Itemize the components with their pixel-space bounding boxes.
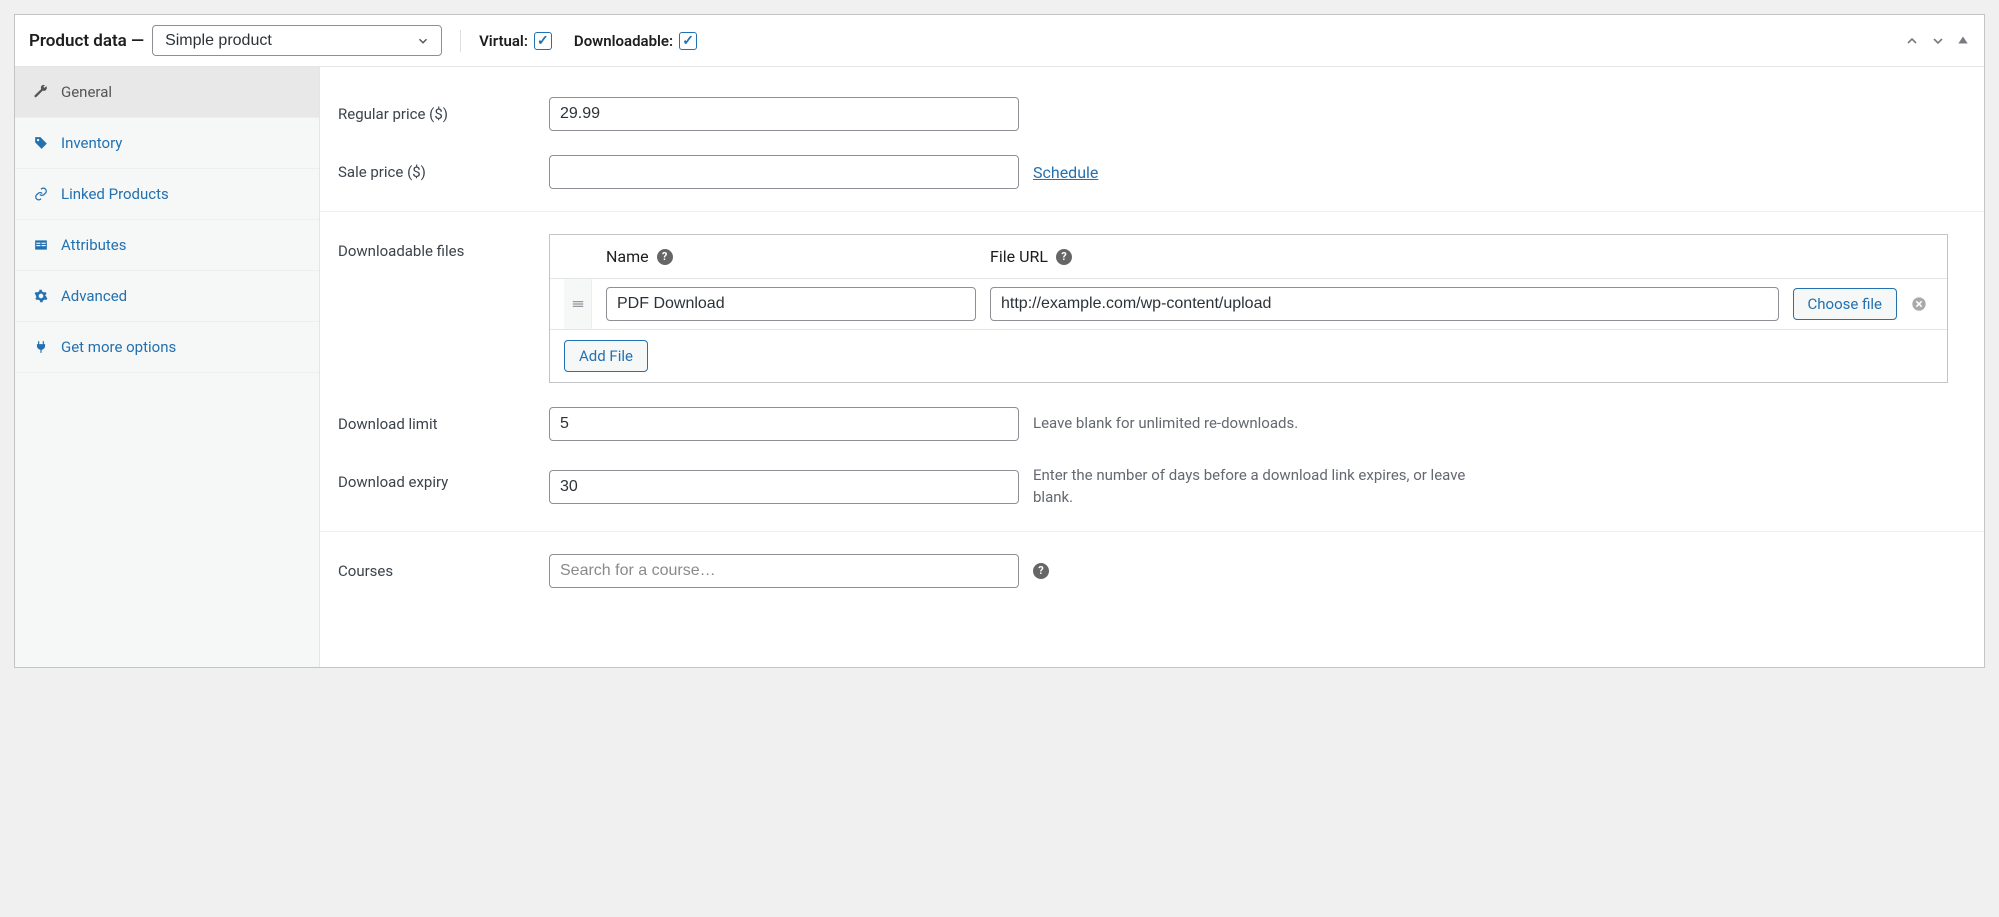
list-icon xyxy=(33,238,49,252)
product-data-sidebar: General Inventory Linked Products Attrib… xyxy=(15,67,320,667)
sidebar-item-label: Inventory xyxy=(61,134,122,152)
product-type-select[interactable]: Simple product xyxy=(152,25,442,56)
downloadable-files-table: Name ? File URL ? xyxy=(549,234,1948,383)
move-up-icon[interactable] xyxy=(1904,33,1920,49)
move-down-icon[interactable] xyxy=(1930,33,1946,49)
sidebar-item-label: Attributes xyxy=(61,236,127,254)
wrench-icon xyxy=(33,85,49,99)
regular-price-input[interactable] xyxy=(549,97,1019,131)
plug-icon xyxy=(33,340,49,354)
virtual-label: Virtual: xyxy=(479,32,528,50)
sidebar-item-general[interactable]: General xyxy=(15,67,319,118)
sidebar-item-advanced[interactable]: Advanced xyxy=(15,271,319,322)
panel-header: Product data — Simple product Virtual: ✓… xyxy=(15,15,1984,67)
files-header-name: Name xyxy=(606,247,649,266)
collapse-panel-icon[interactable] xyxy=(1956,33,1970,49)
sidebar-item-linked-products[interactable]: Linked Products xyxy=(15,169,319,220)
files-header: Name ? File URL ? xyxy=(550,235,1947,278)
sidebar-item-label: Linked Products xyxy=(61,185,169,203)
sidebar-item-get-more-options[interactable]: Get more options xyxy=(15,322,319,373)
files-header-url: File URL xyxy=(990,247,1048,266)
sidebar-item-label: General xyxy=(61,83,112,101)
sidebar-item-attributes[interactable]: Attributes xyxy=(15,220,319,271)
regular-price-label: Regular price ($) xyxy=(338,97,533,123)
downloadable-files-label: Downloadable files xyxy=(338,234,533,260)
drag-handle-icon[interactable] xyxy=(564,279,592,329)
download-expiry-help: Enter the number of days before a downlo… xyxy=(1033,465,1503,509)
sale-price-label: Sale price ($) xyxy=(338,155,533,181)
panel-body: General Inventory Linked Products Attrib… xyxy=(15,67,1984,667)
divider xyxy=(460,30,461,52)
sidebar-item-label: Advanced xyxy=(61,287,127,305)
file-row: Choose file xyxy=(550,278,1947,329)
tag-icon xyxy=(33,136,49,150)
download-limit-label: Download limit xyxy=(338,407,533,433)
virtual-label-group: Virtual: ✓ xyxy=(479,32,552,50)
courses-label: Courses xyxy=(338,554,533,580)
file-url-input[interactable] xyxy=(990,287,1779,321)
add-file-button[interactable]: Add File xyxy=(564,340,648,372)
help-icon[interactable]: ? xyxy=(1033,563,1049,579)
link-icon xyxy=(33,187,49,201)
downloadable-files-row: Downloadable files Name ? File URL ? xyxy=(320,222,1984,395)
general-tab-content: Regular price ($) Sale price ($) Schedul… xyxy=(320,67,1984,667)
sidebar-item-label: Get more options xyxy=(61,338,176,356)
gear-icon xyxy=(33,289,49,303)
schedule-link[interactable]: Schedule xyxy=(1033,163,1098,182)
courses-row: Courses ? xyxy=(320,542,1984,600)
download-limit-help: Leave blank for unlimited re-downloads. xyxy=(1033,413,1298,435)
downloadable-label: Downloadable: xyxy=(574,32,673,50)
files-footer: Add File xyxy=(550,329,1947,382)
file-name-input[interactable] xyxy=(606,287,976,321)
courses-search-input[interactable] xyxy=(549,554,1019,588)
download-limit-input[interactable] xyxy=(549,407,1019,441)
downloadable-label-group: Downloadable: ✓ xyxy=(574,32,697,50)
panel-toggle-icons xyxy=(1904,33,1970,49)
sale-price-input[interactable] xyxy=(549,155,1019,189)
sidebar-item-inventory[interactable]: Inventory xyxy=(15,118,319,169)
regular-price-row: Regular price ($) xyxy=(320,85,1984,143)
help-icon[interactable]: ? xyxy=(1056,249,1072,265)
product-data-panel: Product data — Simple product Virtual: ✓… xyxy=(14,14,1985,668)
delete-file-icon[interactable] xyxy=(1905,296,1933,312)
download-expiry-label: Download expiry xyxy=(338,465,533,491)
sale-price-row: Sale price ($) Schedule xyxy=(320,143,1984,201)
choose-file-button[interactable]: Choose file xyxy=(1793,288,1897,320)
download-limit-row: Download limit Leave blank for unlimited… xyxy=(320,395,1984,453)
help-icon[interactable]: ? xyxy=(657,249,673,265)
virtual-checkbox[interactable]: ✓ xyxy=(534,32,552,50)
downloadable-checkbox[interactable]: ✓ xyxy=(679,32,697,50)
panel-title: Product data — xyxy=(29,31,144,51)
product-type-select-wrap: Simple product xyxy=(152,25,442,56)
download-expiry-row: Download expiry Enter the number of days… xyxy=(320,453,1984,521)
download-expiry-input[interactable] xyxy=(549,470,1019,504)
